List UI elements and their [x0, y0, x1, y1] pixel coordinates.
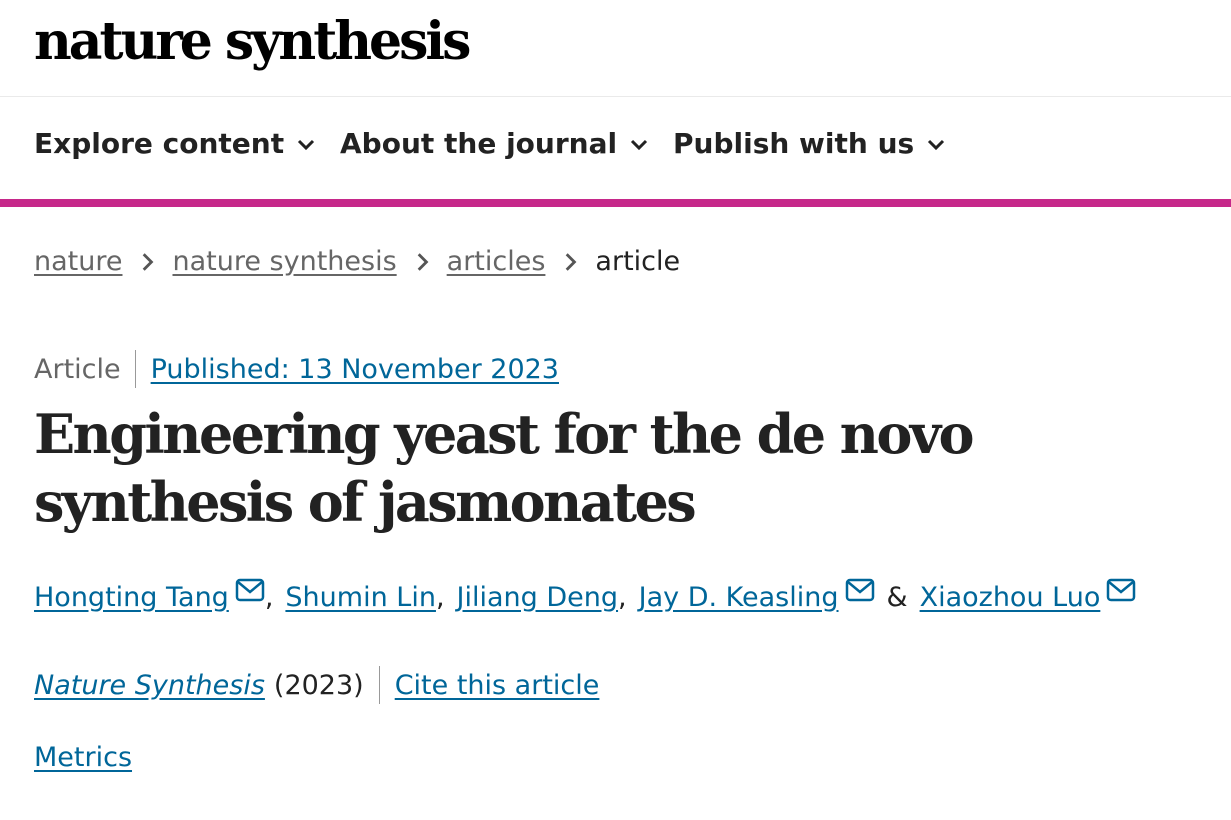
breadcrumb: nature nature synthesis articles article: [34, 246, 680, 277]
email-icon[interactable]: [1106, 578, 1136, 602]
chevron-down-icon: [928, 139, 945, 150]
nav-label: Explore content: [34, 127, 285, 160]
citation-line: Nature Synthesis (2023) Cite this articl…: [34, 666, 599, 704]
chevron-right-icon: [417, 252, 429, 271]
breadcrumb-nature-synthesis[interactable]: nature synthesis: [172, 246, 396, 277]
chevron-right-icon: [143, 252, 154, 271]
main-nav: Explore content About the journal Publis…: [0, 97, 1231, 207]
nav-label: About the journal: [340, 127, 618, 160]
citation-divider: [378, 666, 380, 704]
email-icon[interactable]: [845, 578, 875, 602]
publication-year: (2023): [273, 669, 364, 701]
author-link[interactable]: Hongting Tang: [34, 582, 229, 613]
author-list: Hongting Tang , Shumin Lin , Jiliang Den…: [34, 578, 1136, 613]
nav-explore-content[interactable]: Explore content: [34, 127, 316, 160]
breadcrumb-articles[interactable]: articles: [447, 246, 546, 277]
article-title: Engineering yeast for the de novo synthe…: [34, 402, 975, 534]
author-separator: ,: [264, 582, 274, 613]
chevron-down-icon: [298, 139, 315, 150]
email-icon[interactable]: [235, 578, 265, 602]
site-header: nature synthesis: [0, 0, 1231, 97]
metrics-link[interactable]: Metrics: [34, 742, 132, 773]
journal-link[interactable]: Nature Synthesis: [34, 670, 265, 701]
article-type: Article: [34, 353, 121, 385]
chevron-down-icon: [631, 139, 648, 150]
published-date-link[interactable]: Published: 13 November 2023: [151, 354, 559, 385]
nav-label: Publish with us: [673, 127, 915, 160]
nav-publish-with-us[interactable]: Publish with us: [673, 127, 946, 160]
breadcrumb-current: article: [595, 246, 681, 277]
cite-article-link[interactable]: Cite this article: [395, 670, 600, 701]
meta-divider: [134, 350, 136, 388]
breadcrumb-nature[interactable]: nature: [34, 246, 122, 277]
metrics-section: Metrics: [34, 742, 132, 773]
author-link[interactable]: Jiliang Deng: [457, 582, 619, 613]
journal-logo[interactable]: nature synthesis: [34, 6, 471, 78]
nav-about-journal[interactable]: About the journal: [340, 127, 649, 160]
author-link[interactable]: Xiaozhou Luo: [920, 582, 1101, 613]
chevron-right-icon: [566, 252, 577, 271]
author-link[interactable]: Shumin Lin: [285, 582, 436, 613]
author-separator: ,: [618, 582, 627, 613]
author-separator: ,: [435, 582, 445, 613]
author-link[interactable]: Jay D. Keasling: [639, 582, 839, 613]
article-meta: Article Published: 13 November 2023: [34, 350, 559, 388]
author-separator: &: [886, 582, 908, 613]
